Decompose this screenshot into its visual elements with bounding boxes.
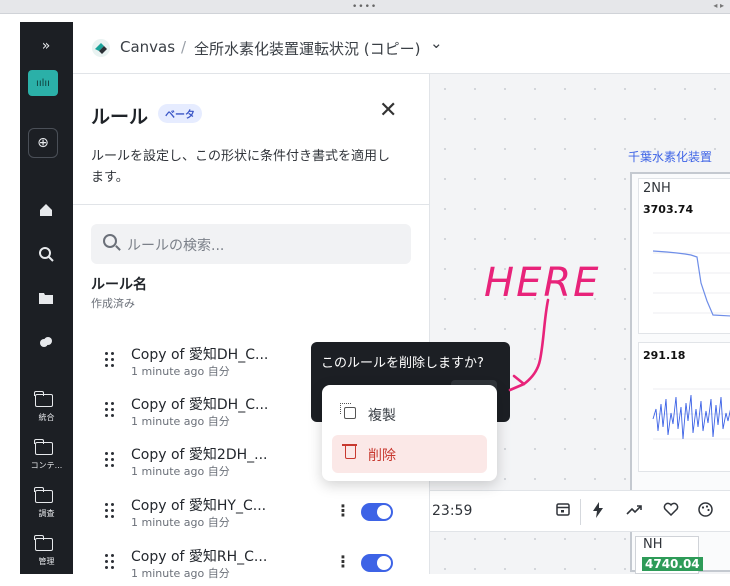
- plant-title: 千葉水素化装置: [628, 150, 713, 164]
- divider: [73, 204, 430, 205]
- rule-name: Copy of 愛知DH_C...: [131, 397, 269, 413]
- annotation-text: HERE: [484, 260, 600, 306]
- canvas-logo-icon: [92, 39, 110, 57]
- chart-card[interactable]: NH 4740.04: [635, 536, 703, 574]
- sidebar-item-content[interactable]: コンテ...: [20, 460, 73, 471]
- card-label: 2NH: [643, 181, 671, 196]
- rule-meta: 1 minute ago 自分: [131, 415, 230, 428]
- rule-enabled-toggle[interactable]: [361, 503, 393, 521]
- rule-row[interactable]: Copy of 愛知HY_C... 1 minute ago 自分 ⋮: [91, 491, 411, 535]
- rule-name: Copy of 愛知HY_C...: [131, 498, 267, 514]
- noise-line-chart: [652, 388, 730, 440]
- drag-handle-icon[interactable]: [105, 554, 115, 570]
- card-value: 4740.04: [642, 557, 703, 571]
- folder-filled-icon[interactable]: [27, 282, 65, 314]
- home-icon[interactable]: [27, 194, 65, 226]
- chevron-down-icon[interactable]: ⌄: [430, 34, 443, 52]
- globe-icon[interactable]: ⊕: [28, 128, 58, 158]
- app-logo-icon[interactable]: ıılıı: [28, 70, 58, 96]
- cloud-icon[interactable]: [27, 326, 65, 358]
- rule-meta: 1 minute ago 自分: [131, 516, 230, 529]
- breadcrumb-app[interactable]: Canvas: [120, 38, 175, 56]
- search-icon[interactable]: [27, 238, 65, 270]
- page-title[interactable]: 全所水素化装置運転状況 (コピー): [194, 38, 420, 59]
- more-options-icon[interactable]: ⋮: [335, 501, 351, 520]
- card-value: 291.18: [643, 349, 686, 362]
- window-top-strip: •••• ◂ ▸: [0, 0, 730, 14]
- rule-name: Copy of 愛知DH_C...: [131, 347, 269, 363]
- rule-name-header: ルール名: [91, 277, 147, 293]
- sidebar-item-admin[interactable]: 管理: [20, 556, 73, 567]
- duplicate-icon: [340, 403, 356, 419]
- rule-search-input[interactable]: ルールの検索...: [91, 224, 411, 264]
- folder-icon[interactable]: [34, 391, 53, 407]
- tooltip-text: このルールを削除しますか?: [321, 356, 484, 371]
- calendar-icon[interactable]: [556, 502, 570, 520]
- duplicate-label: 複製: [368, 408, 396, 424]
- rule-name-subheader: 作成済み: [91, 297, 135, 310]
- trend-line-chart: [652, 232, 730, 317]
- card-value: 3703.74: [643, 203, 694, 216]
- rule-meta: 1 minute ago 自分: [131, 465, 230, 478]
- folder-icon[interactable]: [34, 439, 53, 455]
- search-icon: [103, 234, 117, 248]
- breadcrumb-separator: /: [181, 38, 187, 56]
- search-placeholder: ルールの検索...: [127, 238, 225, 254]
- rule-row[interactable]: Copy of 愛知RH_C... 1 minute ago 自分 ⋮: [91, 542, 411, 586]
- rule-enabled-toggle[interactable]: [361, 554, 393, 572]
- duplicate-menu-item[interactable]: 複製: [332, 395, 487, 433]
- drag-handle-icon[interactable]: [105, 352, 115, 368]
- window-scroll-arrows[interactable]: ◂ ▸: [713, 1, 724, 10]
- chart-card[interactable]: 2NH 3703.74: [638, 178, 730, 334]
- toolbar-separator: [580, 499, 581, 525]
- folder-icon[interactable]: [34, 535, 53, 551]
- trend-icon[interactable]: [626, 502, 642, 520]
- handwritten-annotation: HERE: [484, 260, 600, 392]
- panel-title: ルール: [91, 106, 149, 128]
- palette-icon[interactable]: [698, 502, 713, 521]
- arrowhead-icon: [508, 374, 526, 392]
- more-options-icon[interactable]: ⋮: [335, 552, 351, 571]
- rule-meta: 1 minute ago 自分: [131, 567, 230, 580]
- folder-icon[interactable]: [34, 487, 53, 503]
- annotation-arrow: [522, 298, 550, 386]
- window-drag-handle[interactable]: ••••: [352, 2, 377, 12]
- delete-label: 削除: [368, 448, 396, 464]
- time-value[interactable]: 23:59: [432, 503, 472, 519]
- card-label: NH: [643, 537, 663, 552]
- expand-sidebar-button[interactable]: »: [27, 30, 65, 62]
- time-toolbar: 23:59: [430, 490, 730, 532]
- heart-pulse-icon[interactable]: [663, 502, 679, 520]
- lightning-icon[interactable]: [592, 502, 604, 522]
- rules-panel: ルール ベータ ✕ ルールを設定し、この形状に条件付き書式を適用します。 ルール…: [73, 74, 430, 580]
- sidebar-item-research[interactable]: 調査: [20, 508, 73, 519]
- close-icon[interactable]: ✕: [379, 98, 397, 123]
- chart-card[interactable]: 291.18: [638, 342, 730, 472]
- rule-meta: 1 minute ago 自分: [131, 365, 230, 378]
- panel-description: ルールを設定し、この形状に条件付き書式を適用します。: [91, 149, 391, 185]
- sidebar-item-integration[interactable]: 統合: [20, 412, 73, 423]
- trash-icon: [342, 444, 357, 459]
- top-bar: Canvas / 全所水素化装置運転状況 (コピー) ⌄: [73, 22, 730, 74]
- rule-name: Copy of 愛知2DH_...: [131, 447, 268, 463]
- rule-name: Copy of 愛知RH_C...: [131, 549, 268, 565]
- app-sidebar: » ıılıı ⊕ 統合 コンテ... 調査 管理: [20, 22, 73, 574]
- drag-handle-icon[interactable]: [105, 402, 115, 418]
- delete-menu-item[interactable]: 削除: [332, 435, 487, 473]
- drag-handle-icon[interactable]: [105, 452, 115, 468]
- beta-badge: ベータ: [158, 104, 202, 123]
- drag-handle-icon[interactable]: [105, 503, 115, 519]
